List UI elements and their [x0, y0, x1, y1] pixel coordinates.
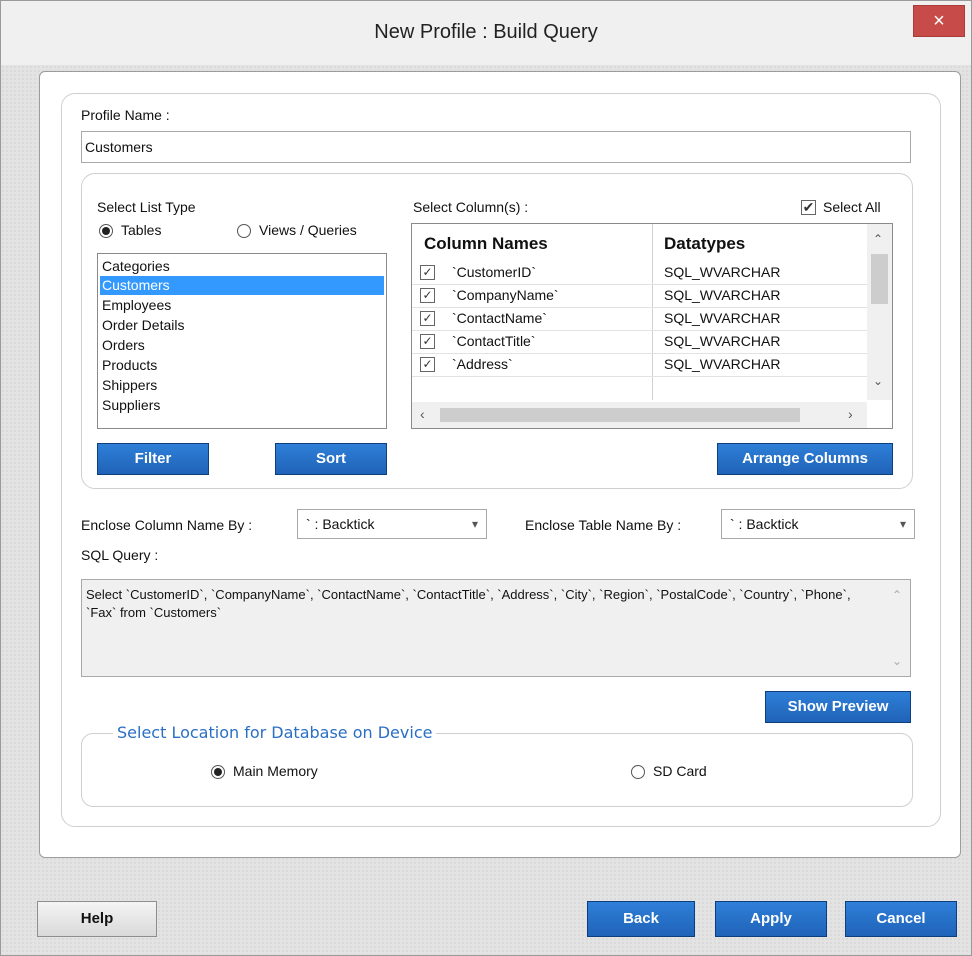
column-name-cell: `CompanyName`	[452, 287, 559, 303]
datatypes-header[interactable]: Datatypes	[664, 234, 745, 254]
apply-button[interactable]: Apply	[715, 901, 827, 937]
table-row[interactable]: ✓ `CompanyName` SQL_WVARCHAR	[412, 284, 867, 308]
help-button[interactable]: Help	[37, 901, 157, 937]
scroll-up-icon[interactable]: ⌃	[873, 232, 883, 246]
datatype-cell: SQL_WVARCHAR	[664, 264, 781, 280]
back-button[interactable]: Back	[587, 901, 695, 937]
scroll-thumb[interactable]	[440, 408, 800, 422]
chevron-down-icon: ▾	[899, 517, 906, 531]
arrange-columns-button[interactable]: Arrange Columns	[717, 443, 893, 475]
enclose-column-select[interactable]: ` : Backtick ▾	[297, 509, 487, 539]
scroll-thumb[interactable]	[871, 254, 888, 304]
list-item[interactable]: Categories	[100, 257, 384, 276]
sd-card-radio[interactable]	[631, 765, 645, 779]
datatype-cell: SQL_WVARCHAR	[664, 356, 781, 372]
views-queries-radio[interactable]	[237, 224, 251, 238]
main-memory-radio[interactable]	[211, 765, 225, 779]
list-item-selected[interactable]: Customers	[100, 276, 384, 295]
chevron-down-icon: ▾	[471, 517, 478, 531]
show-preview-button[interactable]: Show Preview	[765, 691, 911, 723]
table-list[interactable]: Categories Customers Employees Order Det…	[97, 253, 387, 429]
table-row[interactable]: ✓ `ContactName` SQL_WVARCHAR	[412, 307, 867, 331]
profile-name-label: Profile Name :	[81, 107, 170, 123]
sql-query-text: Select `CustomerID`, `CompanyName`, `Con…	[86, 587, 851, 620]
profile-name-input[interactable]: Customers	[81, 131, 911, 163]
select-all-label: Select All	[823, 199, 881, 215]
enclose-table-value: ` : Backtick	[730, 516, 799, 532]
datatype-cell: SQL_WVARCHAR	[664, 310, 781, 326]
list-item[interactable]: Employees	[100, 296, 384, 315]
enclose-column-label: Enclose Column Name By :	[81, 517, 253, 533]
tables-radio-label: Tables	[121, 222, 162, 238]
scroll-up-icon[interactable]: ⌃	[892, 586, 902, 604]
sql-query-label: SQL Query :	[81, 547, 159, 563]
select-all-checkbox[interactable]: ✔	[801, 200, 816, 215]
grid-horizontal-scrollbar[interactable]: ‹ ›	[412, 402, 867, 428]
datatype-cell: SQL_WVARCHAR	[664, 333, 781, 349]
list-item[interactable]: Shippers	[100, 376, 384, 395]
title-bar: New Profile : Build Query ×	[1, 1, 971, 65]
sd-card-label: SD Card	[653, 763, 707, 779]
views-queries-radio-label: Views / Queries	[259, 222, 357, 238]
list-item[interactable]: Products	[100, 356, 384, 375]
main-memory-label: Main Memory	[233, 763, 318, 779]
cancel-button[interactable]: Cancel	[845, 901, 957, 937]
sort-button[interactable]: Sort	[275, 443, 387, 475]
location-group	[81, 733, 913, 807]
column-name-cell: `CustomerID`	[452, 264, 537, 280]
sql-query-textarea[interactable]: Select `CustomerID`, `CompanyName`, `Con…	[81, 579, 911, 677]
select-columns-label: Select Column(s) :	[413, 199, 529, 215]
table-row[interactable]: ✓ `Address` SQL_WVARCHAR	[412, 353, 867, 377]
grid-vertical-scrollbar[interactable]: ⌃ ⌄	[867, 224, 892, 400]
list-item[interactable]: Order Details	[100, 316, 384, 335]
row-checkbox[interactable]: ✓	[420, 334, 435, 349]
row-checkbox[interactable]: ✓	[420, 265, 435, 280]
table-row[interactable]: ✓ `ContactTitle` SQL_WVARCHAR	[412, 330, 867, 354]
filter-button[interactable]: Filter	[97, 443, 209, 475]
column-name-cell: `Address`	[452, 356, 513, 372]
list-item[interactable]: Orders	[100, 336, 384, 355]
column-name-cell: `ContactName`	[452, 310, 547, 326]
row-checkbox[interactable]: ✓	[420, 288, 435, 303]
datatype-cell: SQL_WVARCHAR	[664, 287, 781, 303]
row-checkbox[interactable]: ✓	[420, 357, 435, 372]
scroll-down-icon[interactable]: ⌄	[873, 374, 883, 388]
close-button[interactable]: ×	[913, 5, 965, 37]
enclose-column-value: ` : Backtick	[306, 516, 375, 532]
scroll-down-icon[interactable]: ⌄	[892, 652, 902, 670]
list-item[interactable]: Suppliers	[100, 396, 384, 415]
scroll-left-icon[interactable]: ‹	[420, 406, 425, 422]
column-name-cell: `ContactTitle`	[452, 333, 536, 349]
enclose-table-select[interactable]: ` : Backtick ▾	[721, 509, 915, 539]
list-type-label: Select List Type	[97, 199, 196, 215]
enclose-table-label: Enclose Table Name By :	[525, 517, 682, 533]
location-legend: Select Location for Database on Device	[113, 723, 437, 742]
scroll-right-icon[interactable]: ›	[848, 406, 853, 422]
window-title: New Profile : Build Query	[374, 21, 598, 43]
column-names-header[interactable]: Column Names	[424, 234, 548, 254]
tables-radio[interactable]	[99, 224, 113, 238]
row-checkbox[interactable]: ✓	[420, 311, 435, 326]
table-row[interactable]: ✓ `CustomerID` SQL_WVARCHAR	[412, 261, 867, 285]
build-query-dialog: New Profile : Build Query × Profile Name…	[0, 0, 972, 956]
column-grid[interactable]: Column Names Datatypes ✓ `CustomerID` SQ…	[411, 223, 893, 429]
